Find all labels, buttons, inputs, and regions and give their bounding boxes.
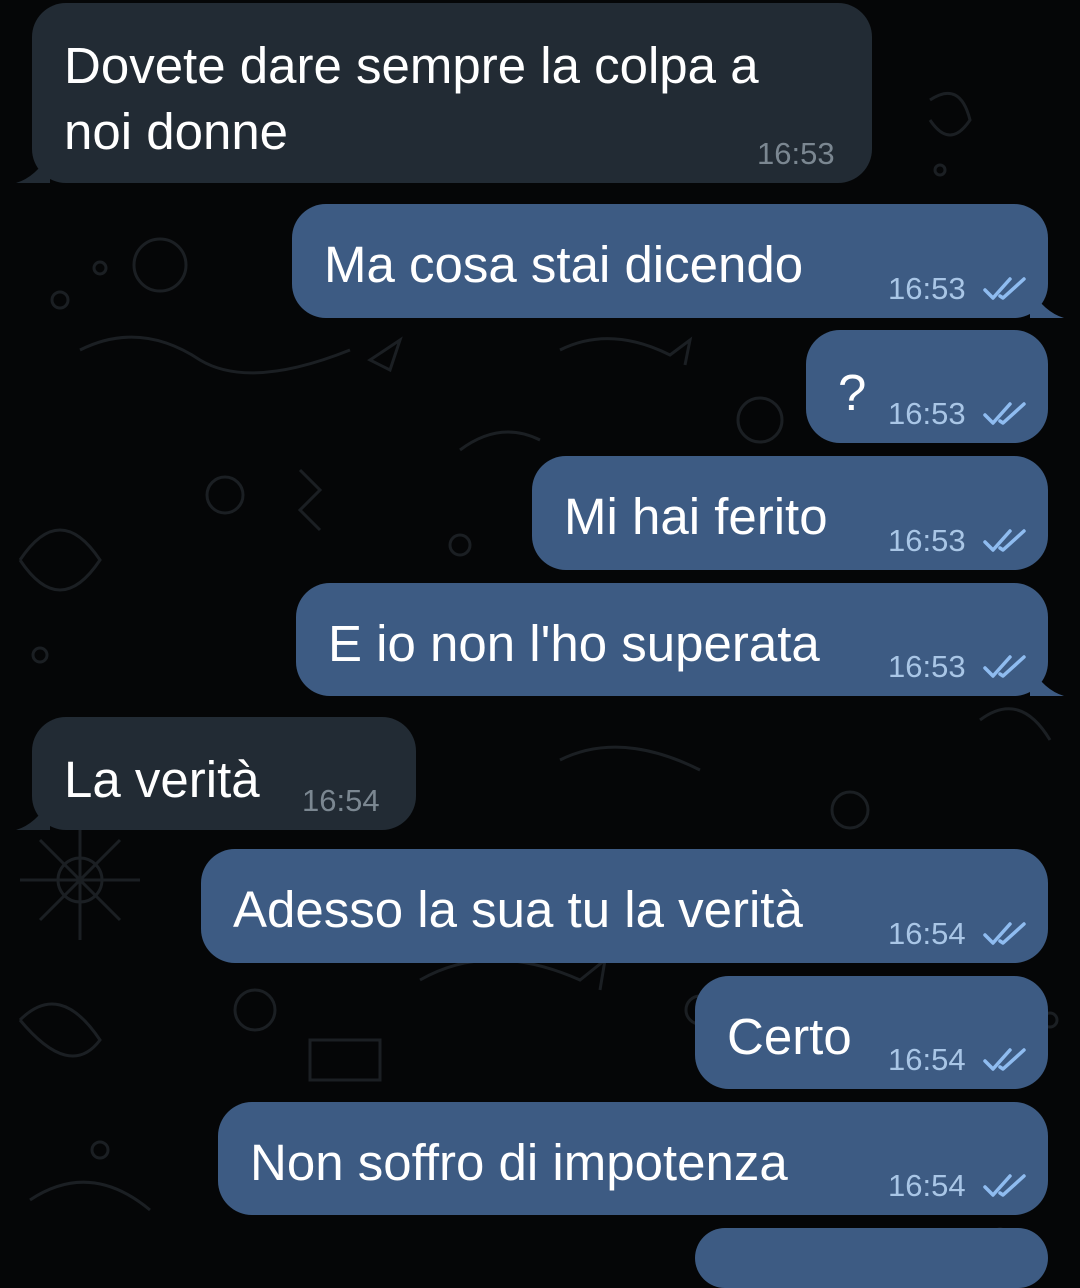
bubble-tail <box>1030 288 1064 318</box>
message-text: Ma cosa stai dicendo <box>324 236 804 293</box>
message-text: Mi hai ferito <box>564 488 828 545</box>
message-text: Dovete dare sempre la colpa a noi donne <box>64 37 759 160</box>
message-text: Certo <box>727 1008 852 1065</box>
outgoing-message-bubble[interactable]: ? 16:53 <box>806 330 1048 443</box>
message-time: 16:53 <box>888 396 966 431</box>
message-time: 16:54 <box>888 916 966 951</box>
double-check-icon <box>983 529 1026 552</box>
double-check-icon <box>983 277 1026 300</box>
double-check-icon <box>983 402 1026 425</box>
message-text: Adesso la sua tu la verità <box>233 881 803 938</box>
double-check-icon <box>983 655 1026 678</box>
outgoing-message-bubble-partial[interactable] <box>695 1228 1048 1288</box>
outgoing-message-bubble[interactable]: Ma cosa stai dicendo 16:53 <box>292 204 1064 318</box>
message-time: 16:54 <box>302 783 380 818</box>
double-check-icon <box>983 922 1026 945</box>
bubble-tail <box>16 153 50 183</box>
incoming-message-bubble[interactable]: La verità 16:54 <box>16 717 416 830</box>
message-text: E io non l'ho superata <box>328 615 820 672</box>
outgoing-message-bubble[interactable]: Mi hai ferito 16:53 <box>532 456 1048 570</box>
message-time: 16:54 <box>888 1042 966 1077</box>
message-time: 16:53 <box>888 649 966 684</box>
outgoing-message-bubble[interactable]: Certo 16:54 <box>695 976 1048 1089</box>
bubble-tail <box>1030 666 1064 696</box>
incoming-message-bubble[interactable]: Dovete dare sempre la colpa a noi donne … <box>16 3 872 183</box>
message-list[interactable]: Dovete dare sempre la colpa a noi donne … <box>0 0 1080 1288</box>
message-text: Non soffro di impotenza <box>250 1134 788 1191</box>
message-time: 16:53 <box>888 523 966 558</box>
double-check-icon <box>983 1174 1026 1197</box>
message-text: ? <box>838 364 867 421</box>
message-time: 16:54 <box>888 1168 966 1203</box>
double-check-icon <box>983 1048 1026 1071</box>
outgoing-message-bubble[interactable]: Adesso la sua tu la verità 16:54 <box>201 849 1048 963</box>
message-text: La verità <box>64 751 260 808</box>
message-time: 16:53 <box>757 136 835 171</box>
outgoing-message-bubble[interactable]: E io non l'ho superata 16:53 <box>296 583 1064 696</box>
outgoing-message-bubble[interactable]: Non soffro di impotenza 16:54 <box>218 1102 1048 1215</box>
bubble-tail <box>16 800 50 830</box>
message-time: 16:53 <box>888 271 966 306</box>
